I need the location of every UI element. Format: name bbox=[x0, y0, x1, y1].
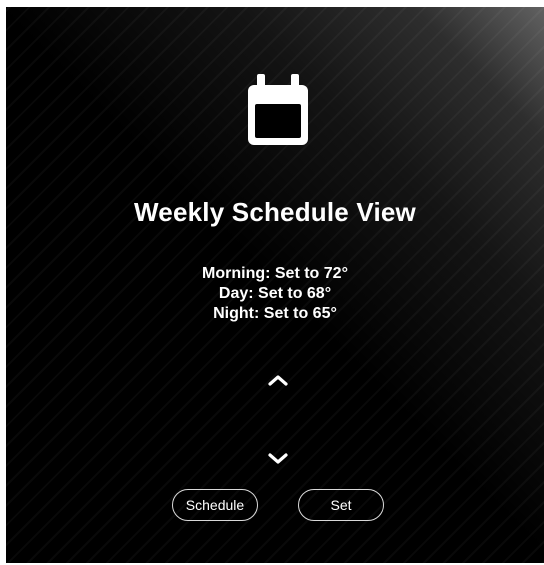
calendar-icon bbox=[248, 74, 308, 145]
day-setting: Day: Set to 68° bbox=[218, 285, 332, 302]
set-button[interactable]: Set bbox=[298, 489, 384, 521]
night-setting: Night: Set to 65° bbox=[213, 305, 337, 322]
chevron-down-icon[interactable] bbox=[264, 450, 292, 468]
thermostat-screen: Weekly Schedule View Morning: Set to 72°… bbox=[6, 7, 544, 563]
page-title: Weekly Schedule View bbox=[134, 197, 416, 227]
schedule-summary: Morning: Set to 72° Day: Set to 68° Nigh… bbox=[6, 264, 544, 324]
morning-setting: Morning: Set to 72° bbox=[202, 265, 348, 282]
chevron-up-icon[interactable] bbox=[264, 371, 292, 389]
schedule-button[interactable]: Schedule bbox=[172, 489, 258, 521]
